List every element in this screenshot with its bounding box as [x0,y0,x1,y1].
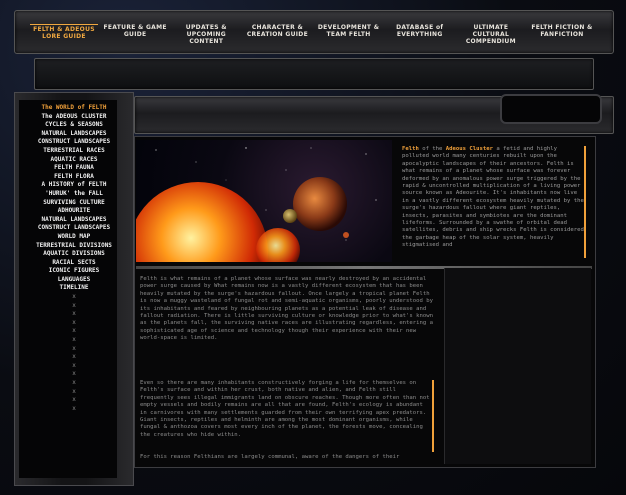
sidebar-separator-mark: x [72,370,76,378]
tab-cultural-compendium[interactable]: ULTIMATE CULTURAL COMPENDIUM [457,24,525,46]
header-display-panel [500,94,602,124]
sidebar-item-huruk-the-fall[interactable]: 'HURUK' the FALL [30,190,118,199]
sidebar-separator-mark: x [72,387,76,395]
intro-cluster-highlight: Adeous Cluster [445,146,493,152]
sidebar-item-adhourite[interactable]: ADHOURITE [30,207,118,216]
sidebar-item-natural-landscapes[interactable]: NATURAL LANDSCAPES [30,130,118,139]
tab-character-creation[interactable]: CHARACTER & CREATION GUIDE [243,24,311,46]
sidebar-separator-mark: x [72,310,76,318]
intro-paragraph: Felth of the Adeous Cluster a fetid and … [402,146,584,250]
body-paragraph-3: For this reason Felthians are largely co… [140,454,400,460]
right-column-panel [444,268,591,464]
tab-development[interactable]: DEVELOPMENT & TEAM FELTH [315,24,383,46]
sidebar-item-world-of-felth[interactable]: The WORLD of FELTH [30,104,118,113]
sidebar-item-languages[interactable]: LANGUAGES [30,276,118,285]
sidebar-separator-mark: x [72,353,76,361]
sidebar-item-racial-sects[interactable]: RACIAL SECTS [30,259,118,268]
sidebar-item-terrestrial-divisions[interactable]: TERRESTRIAL DIVISIONS [30,242,118,251]
space-scene-graphic [136,147,377,262]
sidebar-separator-mark: x [72,396,76,404]
sidebar-separator-mark: x [72,318,76,326]
sidebar-separators: xxxxxxxxxxxxxx [30,293,118,413]
sidebar-item-cycles-seasons[interactable]: CYCLES & SEASONS [30,121,118,130]
sidebar-item-terrestrial-races[interactable]: TERRESTRIAL RACES [30,147,118,156]
tab-updates[interactable]: UPDATES & UPCOMING CONTENT [172,24,240,46]
page-frame: FELTH & ADEOUS LORE GUIDE FEATURE & GAME… [0,0,626,495]
sidebar-item-world-map[interactable]: WORLD MAP [30,233,118,242]
sidebar-item-felth-fauna[interactable]: FELTH FAUNA [30,164,118,173]
main-tabs: FELTH & ADEOUS LORE GUIDE FEATURE & GAME… [30,24,596,46]
planet-shape [293,177,347,231]
sidebar-item-history[interactable]: A HISTORY of FELTH [30,181,118,190]
sidebar-item-adeous-cluster[interactable]: The ADEOUS CLUSTER [30,113,118,122]
tab-lore-guide[interactable]: FELTH & ADEOUS LORE GUIDE [30,24,98,46]
space-illustration [136,140,392,262]
sidebar-item-timeline[interactable]: TIMELINE [30,284,118,293]
intro-felth-highlight: Felth [402,146,419,152]
sidebar-separator-mark: x [72,404,76,412]
banner-band [34,58,594,90]
sidebar-nav: The WORLD of FELTH The ADEOUS CLUSTER CY… [30,104,118,413]
body-section-2: Even so there are many inhabitants const… [140,380,434,452]
sidebar-item-construct-landscapes[interactable]: CONSTRUCT LANDSCAPES [30,138,118,147]
sidebar-item-construct-landscapes-2[interactable]: CONSTRUCT LANDSCAPES [30,224,118,233]
sidebar-separator-mark: x [72,327,76,335]
intro-connector: of the [418,146,446,152]
sidebar-separator-mark: x [72,293,76,301]
tab-feature-game-guide[interactable]: FEATURE & GAME GUIDE [101,24,169,46]
body-section-1: Felth is what remains of a planet whose … [140,276,436,354]
sidebar-item-natural-landscapes-2[interactable]: NATURAL LANDSCAPES [30,216,118,225]
body-paragraph-1: Felth is what remains of a planet whose … [140,276,433,342]
sidebar-separator-mark: x [72,301,76,309]
tab-database[interactable]: DATABASE of EVERYTHING [386,24,454,46]
intro-body: a fetid and highly polluted world many c… [402,146,584,249]
sidebar-item-surviving-culture[interactable]: SURVIVING CULTURE [30,199,118,208]
body-section-3: For this reason Felthians are largely co… [140,454,436,464]
sidebar-separator-mark: x [72,379,76,386]
sidebar-item-aquatic-divisions[interactable]: AQUATIC DIVISIONS [30,250,118,259]
sidebar-separator-mark: x [72,361,76,369]
tab-fiction[interactable]: FELTH FICTION & FANFICTION [528,24,596,46]
sidebar-item-iconic-figures[interactable]: ICONIC FIGURES [30,267,118,276]
sidebar-separator-mark: x [72,336,76,344]
body-paragraph-2: Even so there are many inhabitants const… [140,380,430,438]
sidebar-item-aquatic-races[interactable]: AQUATIC RACES [30,156,118,165]
sun-shape [136,182,268,262]
sidebar-separator-mark: x [72,344,76,352]
intro-text-box: Felth of the Adeous Cluster a fetid and … [402,146,586,258]
sidebar-item-felth-flora[interactable]: FELTH FLORA [30,173,118,182]
